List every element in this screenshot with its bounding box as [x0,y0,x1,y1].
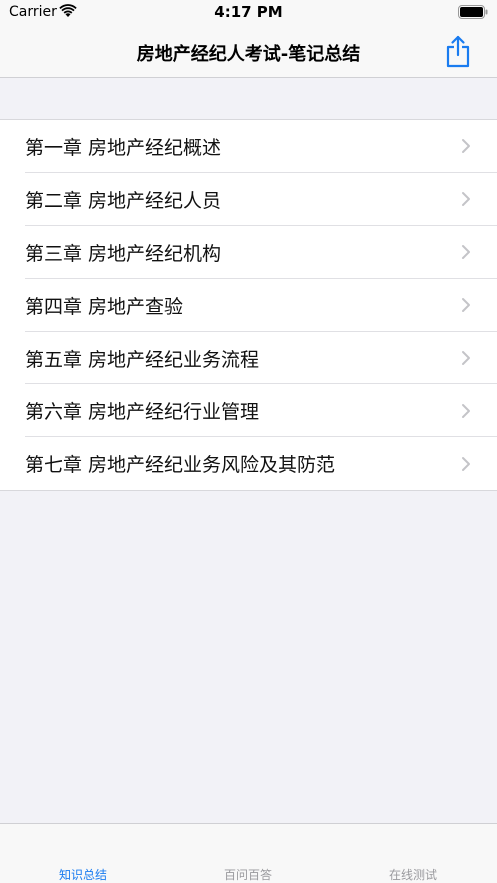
list-item-label: 第二章 房地产经纪人员 [25,189,222,212]
tab-qa[interactable]: 百问百答 [188,866,308,883]
list-item-chapter-5[interactable]: 第五章 房地产经纪业务流程 [0,332,497,385]
list-item-label: 第六章 房地产经纪行业管理 [25,401,260,424]
chevron-right-icon [462,139,470,154]
chapter-list: 第一章 房地产经纪概述 第二章 房地产经纪人员 第三章 房地产经纪机构 第四章 … [0,119,497,492]
list-item-label: 第一章 房地产经纪概述 [25,136,222,159]
list-item-label: 第七章 房地产经纪业务风险及其防范 [25,454,336,477]
tab-knowledge-summary[interactable]: 知识总结 [23,866,143,883]
chevron-right-icon [462,456,470,471]
chevron-right-icon [462,192,470,207]
tab-online-test[interactable]: 在线测试 [353,866,473,883]
chevron-right-icon [462,351,470,365]
chevron-right-icon [462,298,470,313]
list-item-chapter-4[interactable]: 第四章 房地产查验 [0,279,497,332]
tab-bar: 知识总结 百问百答 在线测试 [0,823,497,883]
list-item-label: 第五章 房地产经纪业务流程 [25,348,260,371]
list-item-chapter-1[interactable]: 第一章 房地产经纪概述 [0,120,497,173]
status-time: 4:17 PM [214,3,283,21]
list-item-chapter-6[interactable]: 第六章 房地产经纪行业管理 [0,384,497,438]
list-item-label: 第三章 房地产经纪机构 [25,242,222,265]
list-item-chapter-7[interactable]: 第七章 房地产经纪业务风险及其防范 [0,437,497,490]
list-item-chapter-2[interactable]: 第二章 房地产经纪人员 [0,173,497,226]
chevron-right-icon [462,245,470,260]
page-title: 房地产经纪人考试-笔记总结 [136,44,361,65]
navigation-bar: 房地产经纪人考试-笔记总结 [0,27,497,78]
list-item-label: 第四章 房地产查验 [25,295,184,318]
chevron-right-icon [462,403,470,418]
battery-icon [458,5,488,19]
status-bar: Carrier 4:17 PM [0,0,497,27]
list-item-chapter-3[interactable]: 第三章 房地产经纪机构 [0,226,497,279]
share-icon[interactable] [445,34,471,68]
